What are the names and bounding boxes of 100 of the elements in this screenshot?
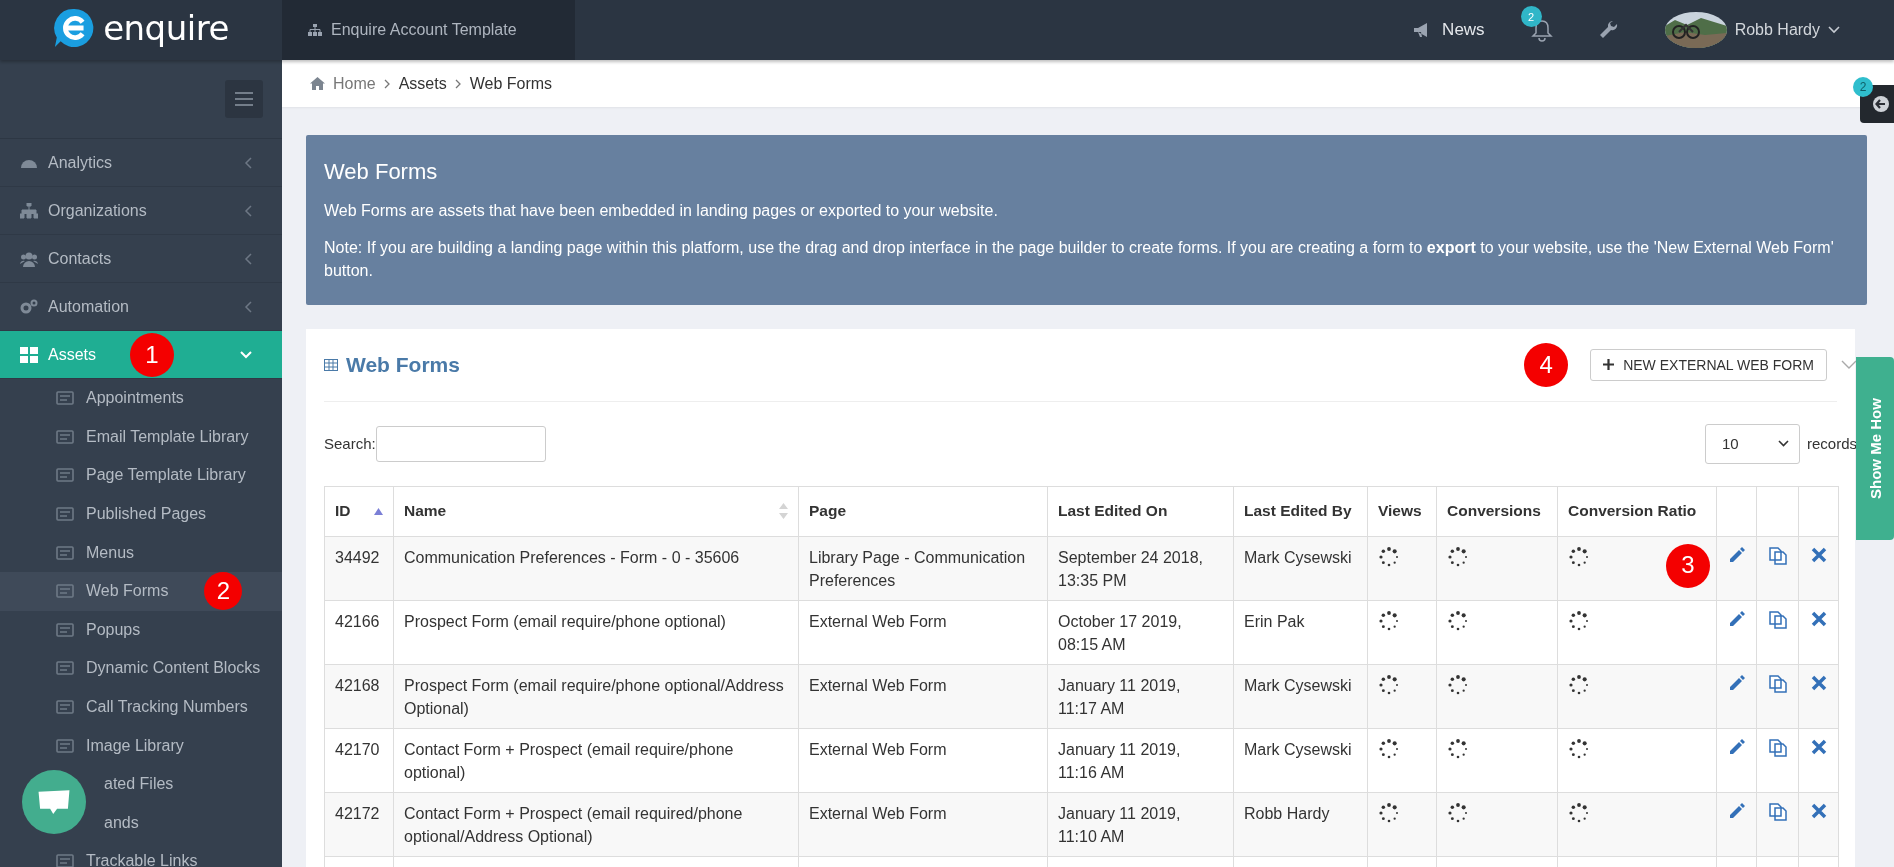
logo-text: enquire [103,8,229,48]
wrench-icon[interactable] [1598,20,1619,40]
sidebar-subitem[interactable]: Web Forms 2 [0,571,282,611]
sidebar-item[interactable]: Assets 1 [0,331,282,379]
table-cell: January 11 2019, 11:16 AM [1047,728,1234,793]
loading-spinner-icon [1447,801,1469,824]
table-cell: 42170 [324,728,394,793]
users-icon [20,250,38,267]
collapse-icon[interactable] [1841,359,1857,370]
table-icon [324,358,338,371]
table-cell: Erin Pak [1233,600,1368,665]
edit-icon[interactable] [1727,801,1746,820]
menu-item-icon [56,661,74,676]
plus-icon [1603,359,1615,371]
sidebar-subitem[interactable]: Email Template Library [0,417,282,457]
sidebar-subitem[interactable]: Appointments [0,379,282,418]
account-switcher[interactable]: Enquire Account Template [282,0,575,60]
step-number-marker: 1 [130,332,174,377]
new-form-button[interactable]: NEW EXTERNAL WEB FORM [1590,348,1827,381]
loading-spinner-icon [1378,545,1400,568]
loading-spinner-icon [1378,737,1400,760]
copy-icon[interactable] [1767,673,1788,694]
column-header[interactable]: Views [1367,486,1437,537]
loading-spinner-icon [1568,545,1590,568]
copy-icon[interactable] [1767,737,1788,758]
records-label: records [1806,435,1857,453]
table-cell: Mark Cysewski [1233,664,1368,729]
breadcrumb-link[interactable]: Web Forms [469,74,553,93]
menu-item-icon [56,584,74,599]
chevron-right-icon [383,78,391,89]
delete-icon[interactable] [1810,546,1827,563]
home-icon [310,77,325,90]
column-header[interactable]: Last Edited On [1047,486,1234,537]
sidebar-subitem[interactable]: Call Tracking Numbers [0,687,282,727]
sidebar-subitem[interactable]: Trackable Links [0,842,282,867]
sidebar-item[interactable]: Analytics [0,139,282,187]
column-header[interactable]: Conversions [1436,486,1558,537]
loading-spinner-icon [1378,609,1400,632]
delete-icon[interactable] [1810,610,1827,627]
sidebar-subitem[interactable]: ands [0,803,282,843]
loading-spinner-icon [1447,673,1469,696]
menu-button[interactable] [225,80,263,118]
chevron-down-icon [1828,26,1840,34]
user-menu[interactable]: Robb Hardy [1664,12,1840,48]
sidebar-subitem[interactable]: Dynamic Content Blocks [0,649,282,688]
table-cell: Robb Hardy [1233,792,1368,857]
sidebar-subitem[interactable]: Popups [0,610,282,650]
table-cell: Contact Form + Prospect (email required/phone optional/Address Optional) [393,792,799,857]
menu-icon [235,92,253,106]
sitemap-icon [20,202,38,219]
table-cell: September 24 2018, 13:35 PM [1047,536,1234,601]
sidebar-subitem[interactable]: Published Pages [0,494,282,534]
breadcrumb-link[interactable]: Assets [398,74,447,93]
delete-icon[interactable] [1810,674,1827,691]
sort-ascending-icon [374,507,383,515]
loading-spinner-icon [1447,609,1469,632]
logo-icon [53,7,96,49]
info-note: Note: If you are building a landing page within this platform, use the drag and drop interface in the page builder to create forms. If you are creating a form to export to your website, use the 'New External Web Form' button. [324,238,1835,282]
table-cell: January 11 2019, 11:10 AM [1047,792,1234,857]
table-cell: Prospect Form (email require/phone optional/Address Optional) [393,664,799,729]
card-title: Web Forms [346,352,460,377]
table-cell: Mark Cysewski [1233,728,1368,793]
edit-icon[interactable] [1727,609,1746,628]
column-header[interactable]: Page [798,486,1048,537]
sidebar-item[interactable]: Contacts [0,235,282,283]
page-size-select[interactable]: 10 [1704,423,1800,464]
copy-icon[interactable] [1767,801,1788,822]
delete-icon[interactable] [1810,802,1827,819]
loading-spinner-icon [1447,737,1469,760]
news-button[interactable]: News [1413,20,1485,40]
chevron-right-icon [454,78,462,89]
menu-item-icon [56,468,74,483]
edit-icon[interactable] [1727,737,1746,756]
loading-spinner-icon [1378,673,1400,696]
breadcrumb-link[interactable]: Home [333,74,376,93]
table-cell: Mark Cysewski [1233,536,1368,601]
loading-spinner-icon [1378,801,1400,824]
menu-item-icon [56,545,74,560]
sidebar-item[interactable]: Organizations [0,187,282,235]
column-header[interactable]: ID [324,486,394,537]
delete-icon[interactable] [1810,738,1827,755]
sidebar-subitem[interactable]: Page Template Library [0,456,282,495]
chevron-left-icon [244,156,252,169]
table-cell: 42166 [324,600,394,665]
edit-icon[interactable] [1727,545,1746,564]
copy-icon[interactable] [1767,545,1788,566]
search-field[interactable] [375,425,546,462]
sitemap-icon [308,24,322,36]
loading-spinner-icon [1568,609,1590,632]
sidebar-subitem[interactable]: ated Files [0,764,282,804]
chat-icon [37,788,71,816]
menu-item-icon [56,854,74,867]
copy-icon[interactable] [1767,609,1788,630]
sidebar-subitem[interactable]: Menus [0,533,282,572]
column-header[interactable]: Conversion Ratio [1557,486,1717,537]
loading-spinner-icon [1568,801,1590,824]
edit-icon[interactable] [1727,673,1746,692]
column-header[interactable]: Name [393,486,799,537]
sidebar-subitem[interactable]: Image Library [0,726,282,765]
column-header[interactable]: Last Edited By [1233,486,1368,537]
